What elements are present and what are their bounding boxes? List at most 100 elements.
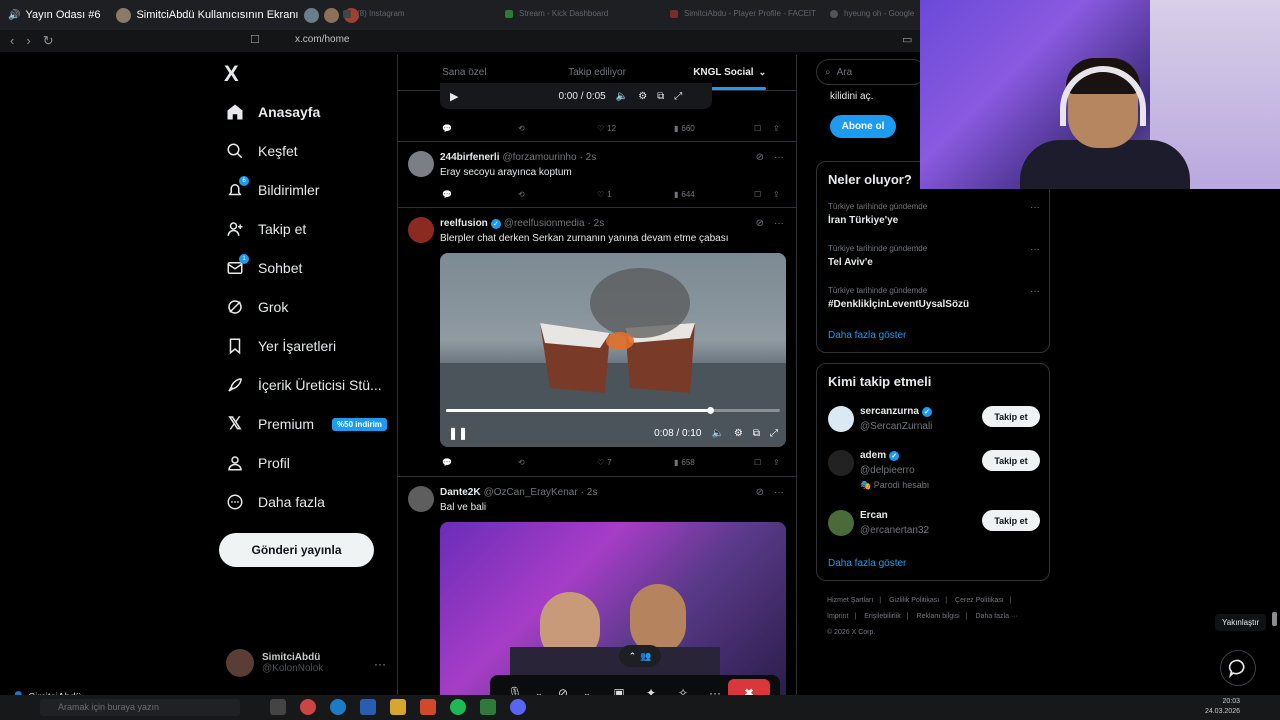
- subscribe-button[interactable]: Abone ol: [830, 115, 896, 138]
- follow-button[interactable]: Takip et: [982, 510, 1040, 531]
- footer-link[interactable]: Reklam bilgisi: [917, 613, 960, 620]
- tweet-author-handle[interactable]: @forzamourinho: [502, 152, 576, 163]
- show-more-link[interactable]: Daha fazla göster: [828, 558, 906, 569]
- scrollbar[interactable]: [1272, 612, 1277, 626]
- views-button[interactable]: ▮ 660: [674, 124, 695, 133]
- task-view-icon[interactable]: [270, 699, 286, 715]
- show-more-link[interactable]: Daha fazla göster: [828, 330, 906, 341]
- sidebar-item-chat[interactable]: 1 Sohbet: [226, 254, 302, 277]
- sidebar-item-follow[interactable]: Takip et: [226, 220, 306, 238]
- sidebar-item-premium[interactable]: 𝕏 Premium %50 indirim: [226, 414, 387, 433]
- cast-icon[interactable]: ▭: [902, 33, 912, 46]
- sidebar-item-grok[interactable]: Grok: [226, 298, 288, 316]
- footer-link[interactable]: Daha fazla ···: [976, 613, 1018, 620]
- sidebar-item-profile[interactable]: Profil: [226, 454, 290, 472]
- app-icon[interactable]: [480, 699, 496, 715]
- taskbar-clock[interactable]: 20:03 24.03.2026: [1205, 697, 1240, 717]
- trend-item[interactable]: Türkiye tarihinde gündemde İran Türkiye'…: [828, 202, 1040, 226]
- bookmark-star-icon[interactable]: ☐: [250, 33, 260, 46]
- avatar[interactable]: [408, 486, 434, 512]
- bookmark-icon[interactable]: ☐: [754, 190, 761, 199]
- file-explorer-icon[interactable]: [390, 699, 406, 715]
- spotify-icon[interactable]: [450, 699, 466, 715]
- bookmark-icon[interactable]: ☐: [754, 124, 761, 133]
- share-icon[interactable]: ⇪: [773, 190, 780, 199]
- grok-icon[interactable]: ⊘: [756, 152, 764, 163]
- pip-icon[interactable]: ⧉: [657, 91, 664, 102]
- more-icon[interactable]: ···: [1030, 244, 1040, 255]
- more-icon[interactable]: ···: [774, 487, 784, 498]
- more-icon[interactable]: ···: [774, 152, 784, 163]
- room-title-segment[interactable]: 🔊 Yayın Odası #6: [8, 9, 100, 21]
- forward-icon[interactable]: ›: [26, 33, 30, 49]
- sidebar-item-notifications[interactable]: 6 Bildirimler: [226, 176, 319, 199]
- app-icon[interactable]: [360, 699, 376, 715]
- tweet-author-name[interactable]: reelfusion: [440, 218, 488, 229]
- tweet-author-name[interactable]: Dante2K: [440, 487, 481, 498]
- audio-player[interactable]: ▶ 0:00 / 0:05 🔈 ⚙ ⧉ ⤢: [440, 83, 712, 109]
- tweet-author-handle[interactable]: @OzCan_ErayKenar: [484, 487, 578, 498]
- like-button[interactable]: ♡ 7: [597, 458, 612, 467]
- follow-button[interactable]: Takip et: [982, 450, 1040, 471]
- footer-link[interactable]: Hizmet Şartları: [827, 597, 873, 604]
- tweet-author-handle[interactable]: @reelfusionmedia: [504, 218, 585, 229]
- more-icon[interactable]: ···: [1030, 202, 1040, 213]
- x-logo-icon[interactable]: X: [224, 61, 239, 87]
- like-button[interactable]: ♡ 12: [597, 124, 616, 133]
- trend-item[interactable]: Türkiye tarihinde gündemde Tel Aviv'e ··…: [828, 244, 1040, 268]
- pip-icon[interactable]: ⧉: [753, 428, 760, 439]
- footer-link[interactable]: Imprint: [827, 613, 848, 620]
- retweet-icon[interactable]: ⟲: [518, 458, 525, 467]
- more-icon[interactable]: ···: [774, 218, 784, 229]
- footer-link[interactable]: Çerez Politikası: [955, 597, 1004, 604]
- account-switcher[interactable]: SimitciAbdü @KolonNolok ···: [226, 649, 386, 677]
- expand-participants-button[interactable]: ⌃ 👥: [619, 645, 661, 667]
- tweet-author-name[interactable]: 244birfenerli: [440, 152, 499, 163]
- play-icon[interactable]: ▶: [450, 90, 458, 103]
- back-icon[interactable]: ‹: [10, 33, 14, 49]
- url-bar[interactable]: x.com/home: [295, 34, 349, 45]
- bookmark-icon[interactable]: ☐: [754, 458, 761, 467]
- settings-icon[interactable]: ⚙: [734, 428, 743, 439]
- more-icon[interactable]: ···: [374, 657, 386, 671]
- app-icon[interactable]: [300, 699, 316, 715]
- pause-icon[interactable]: ❚❚: [448, 426, 468, 440]
- follow-suggestion[interactable]: adem ✓ @delpieerro 🎭 Parodi hesabı Takip …: [828, 450, 1040, 498]
- share-icon[interactable]: ⇪: [773, 458, 780, 467]
- avatar[interactable]: [408, 151, 434, 177]
- reload-icon[interactable]: ↻: [43, 33, 54, 49]
- share-icon[interactable]: ⇪: [773, 124, 780, 133]
- tweet-media[interactable]: [440, 522, 786, 695]
- discord-icon[interactable]: [510, 699, 526, 715]
- grok-icon[interactable]: ⊘: [756, 487, 764, 498]
- follow-suggestion[interactable]: sercanzurna ✓ @SercanZurnali Takip et: [828, 406, 1040, 446]
- reply-icon[interactable]: 💬: [442, 124, 452, 133]
- grok-icon[interactable]: ⊘: [756, 218, 764, 229]
- footer-link[interactable]: Erişilebilirlik: [864, 613, 901, 620]
- trend-item[interactable]: Türkiye tarihinde gündemde #DenklikİçinL…: [828, 286, 1040, 310]
- sidebar-item-more[interactable]: Daha fazla: [226, 493, 325, 511]
- reply-icon[interactable]: 💬: [442, 458, 452, 467]
- reply-icon[interactable]: 💬: [442, 190, 452, 199]
- video-progress-knob[interactable]: [706, 407, 714, 414]
- video-player[interactable]: ❚❚ 0:08 / 0:10 🔈 ⚙ ⧉ ⤢: [440, 253, 786, 447]
- footer-link[interactable]: Gizlilik Politikası: [889, 597, 939, 604]
- views-button[interactable]: ▮ 644: [674, 190, 695, 199]
- fullscreen-icon[interactable]: ⤢: [674, 91, 682, 102]
- views-button[interactable]: ▮ 658: [674, 458, 695, 467]
- taskbar-search-input[interactable]: Aramak için buraya yazın: [40, 699, 240, 716]
- follow-suggestion[interactable]: Ercan @ercanertan32 Takip et: [828, 510, 1040, 544]
- more-icon[interactable]: ···: [1030, 286, 1040, 297]
- volume-icon[interactable]: 🔈: [711, 428, 723, 439]
- retweet-icon[interactable]: ⟲: [518, 190, 525, 199]
- settings-icon[interactable]: ⚙: [638, 91, 647, 102]
- retweet-icon[interactable]: ⟲: [518, 124, 525, 133]
- screen-share-segment[interactable]: SimitciAbdü Kullanıcısının Ekranı: [116, 7, 359, 23]
- follow-button[interactable]: Takip et: [982, 406, 1040, 427]
- search-input[interactable]: ⌕ Ara: [816, 59, 926, 85]
- post-button[interactable]: Gönderi yayınla: [219, 533, 374, 567]
- video-progress-bar[interactable]: [446, 407, 780, 414]
- edge-browser-icon[interactable]: [330, 699, 346, 715]
- sidebar-item-bookmarks[interactable]: Yer İşaretleri: [226, 337, 336, 355]
- sidebar-item-explore[interactable]: Keşfet: [226, 142, 298, 160]
